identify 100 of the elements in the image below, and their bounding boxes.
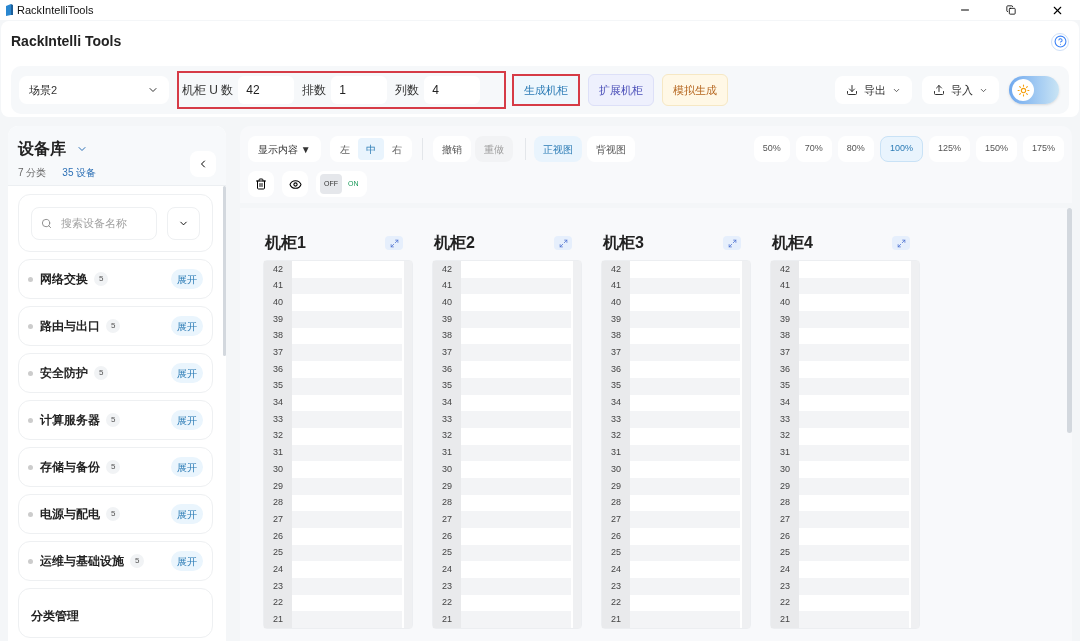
unit-number: 36 [602,361,630,378]
category-card[interactable]: 路由与出口 5 展开 [18,306,213,346]
number-field[interactable]: 4 [424,76,481,104]
zoom-option[interactable]: 100% [879,136,923,162]
zoom-option[interactable]: 50% [753,136,790,162]
download-icon [846,84,858,96]
zoom-option[interactable]: 150% [975,136,1017,162]
unit-number: 39 [771,311,799,328]
number-field[interactable]: 1 [331,76,388,104]
align-tab[interactable]: 中 [357,138,384,160]
category-card[interactable]: 计算服务器 5 展开 [18,400,213,440]
zoom-option[interactable]: 80% [837,136,874,162]
unit-number: 24 [264,561,292,579]
unit-number: 30 [264,461,292,478]
category-name: 运维与基础设施 [40,553,124,570]
bullet-icon [28,323,33,329]
unit-number: 42 [602,261,630,278]
expand-category-button[interactable]: 展开 [171,410,203,430]
bullet-icon [28,558,33,564]
history-button[interactable]: 撤销 [432,136,471,162]
category-name: 存储与备份 [40,459,100,476]
unit-number: 39 [264,311,292,328]
expand-button[interactable] [723,236,741,250]
filter-dropdown-button[interactable] [167,206,200,240]
unit-number: 39 [602,311,630,328]
unit-number: 26 [433,528,461,545]
menu-button[interactable]: 导出 [835,76,912,104]
zoom-option[interactable]: 175% [1022,136,1064,162]
upload-icon [933,84,945,96]
category-card[interactable]: 电源与配电 5 展开 [18,494,213,534]
display-menu[interactable]: 显示内容 ▼ [248,136,321,162]
align-tab[interactable]: 右 [383,138,410,160]
unit-number: 21 [433,611,461,629]
unit-number: 36 [264,361,292,378]
view-tab[interactable]: 背视图 [586,136,635,162]
rack-title: 机柜1 [265,233,306,253]
eye-icon [288,177,302,191]
category-card[interactable]: 存储与备份 5 展开 [18,447,213,487]
unit-number: 23 [433,578,461,595]
expand-button[interactable] [385,236,403,250]
count-badge: 5 [106,319,121,333]
menu-button[interactable]: 导入 [922,76,999,104]
expand-button[interactable] [892,236,910,250]
category-name: 电源与配电 [40,506,100,523]
zoom-option[interactable]: 70% [795,136,832,162]
unit-number: 21 [771,611,799,629]
rack-title: 机柜4 [772,233,813,253]
view-tab[interactable]: 正视图 [533,136,582,162]
count-badge: 5 [106,413,121,427]
expand-category-button[interactable]: 展开 [171,457,203,477]
unit-number: 23 [602,578,630,595]
unit-number: 40 [433,294,461,312]
sidebar-title: 设备库 [18,139,66,159]
delete-button[interactable] [248,171,274,197]
expand-category-button[interactable]: 展开 [171,504,203,524]
unit-number: 30 [602,461,630,478]
bullet-icon [28,511,33,517]
unit-number: 27 [771,511,799,528]
unit-number: 37 [433,344,461,362]
unit-number: 26 [771,528,799,545]
search-field[interactable]: 搜索设备名称 [31,206,157,240]
unit-number: 37 [771,344,799,362]
unit-number: 37 [264,344,292,362]
zoom-option[interactable]: 125% [928,136,970,162]
collapse-button[interactable] [190,151,216,177]
unit-number: 24 [771,561,799,579]
device-count: 35 设备 [62,166,97,180]
unit-number: 39 [433,311,461,328]
unit-number: 36 [771,361,799,378]
unit-number: 30 [433,461,461,478]
bullet-icon [28,417,33,423]
expand-category-button[interactable]: 展开 [171,363,203,383]
unit-number: 27 [602,511,630,528]
expand-button[interactable] [554,236,572,250]
category-card[interactable]: 运维与基础设施 5 展开 [18,541,213,581]
visibility-button[interactable] [282,171,308,197]
expand-category-button[interactable]: 展开 [171,551,203,571]
action-button[interactable]: 生成机柜 [512,74,580,106]
help-button[interactable] [1051,32,1069,51]
category-card[interactable]: 安全防护 5 展开 [18,353,213,393]
unit-number: 23 [771,578,799,595]
unit-number: 40 [264,294,292,312]
scene-select[interactable]: 场景2 [19,76,169,104]
theme-toggle[interactable] [1009,76,1059,104]
action-button[interactable]: 扩展机柜 [588,74,654,106]
bullet-icon [28,464,33,470]
field-label: 机柜 U 数 [182,82,234,99]
number-field[interactable]: 42 [238,76,295,104]
unit-number: 37 [602,344,630,362]
category-card[interactable]: 网络交换 5 展开 [18,259,213,299]
rack-title: 机柜3 [603,233,644,253]
unit-number: 33 [771,411,799,428]
action-button[interactable]: 模拟生成 [662,74,728,106]
unit-number: 26 [264,528,292,545]
scrollbar-thumb[interactable] [223,186,226,356]
unit-number: 21 [264,611,292,629]
expand-category-button[interactable]: 展开 [171,269,203,289]
scrollbar-thumb[interactable] [1067,208,1072,433]
align-tab[interactable]: 左 [331,138,358,160]
expand-category-button[interactable]: 展开 [171,316,203,336]
